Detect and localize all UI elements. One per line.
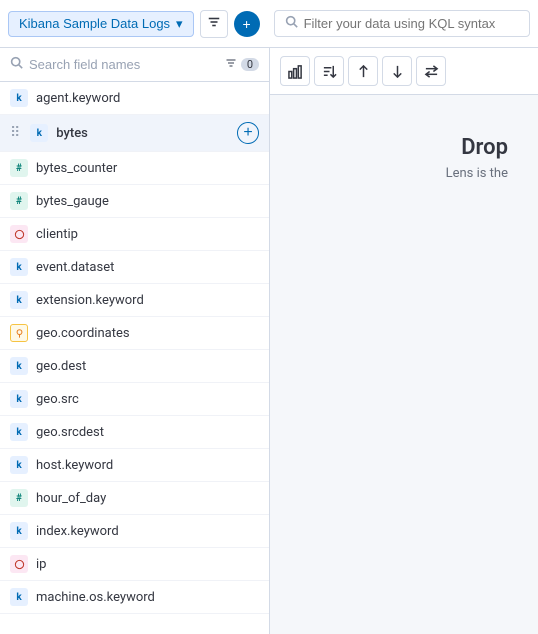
chevron-down-icon: ▾	[176, 16, 183, 32]
field-type-badge: k	[10, 456, 28, 474]
list-item[interactable]: clientip +	[0, 218, 269, 251]
drop-zone: Drop Lens is the	[270, 95, 538, 634]
field-type-badge: k	[10, 522, 28, 540]
swap-button[interactable]	[416, 56, 446, 86]
field-name: clientip	[36, 227, 259, 242]
filter-badge: 0	[225, 57, 259, 72]
field-type-badge: k	[30, 124, 48, 142]
field-name: ip	[36, 557, 259, 572]
list-item[interactable]: k extension.keyword +	[0, 284, 269, 317]
field-type-badge: k	[10, 291, 28, 309]
list-item[interactable]: k geo.srcdest +	[0, 416, 269, 449]
field-name: bytes	[56, 126, 229, 141]
left-panel: 0 k agent.keyword + ⠿ k bytes + # bytes_…	[0, 48, 270, 634]
viz-toolbar	[270, 48, 538, 95]
field-list: k agent.keyword + ⠿ k bytes + # bytes_co…	[0, 82, 269, 634]
data-source-label: Kibana Sample Data Logs	[19, 16, 170, 31]
sort-asc-button[interactable]	[348, 56, 378, 86]
field-type-badge: k	[10, 390, 28, 408]
field-name: hour_of_day	[36, 491, 259, 506]
search-icon	[285, 15, 298, 32]
field-name: bytes_counter	[36, 161, 259, 176]
drag-handle-icon: ⠿	[10, 125, 20, 141]
field-name: agent.keyword	[36, 91, 259, 106]
filter-icon	[225, 57, 237, 72]
list-item[interactable]: k geo.dest +	[0, 350, 269, 383]
list-item[interactable]: k agent.keyword +	[0, 82, 269, 115]
field-name: geo.src	[36, 392, 259, 407]
filter-icon	[207, 15, 221, 32]
search-input[interactable]	[29, 57, 219, 72]
list-item[interactable]: k host.keyword +	[0, 449, 269, 482]
list-item[interactable]: k index.keyword +	[0, 515, 269, 548]
main-layout: 0 k agent.keyword + ⠿ k bytes + # bytes_…	[0, 48, 538, 634]
drop-heading: Drop	[461, 135, 508, 160]
field-name: index.keyword	[36, 524, 259, 539]
sort-desc-button[interactable]	[382, 56, 412, 86]
field-type-badge: k	[10, 423, 28, 441]
list-item[interactable]: # bytes_counter +	[0, 152, 269, 185]
list-item[interactable]: # hour_of_day +	[0, 482, 269, 515]
filter-count: 0	[241, 58, 259, 71]
field-type-badge	[10, 324, 28, 342]
field-type-badge: k	[10, 588, 28, 606]
kql-input[interactable]	[304, 16, 519, 31]
top-bar: Kibana Sample Data Logs ▾ +	[0, 0, 538, 48]
field-name: event.dataset	[36, 260, 259, 275]
field-search-bar: 0	[0, 48, 269, 82]
data-source-button[interactable]: Kibana Sample Data Logs ▾	[8, 11, 194, 37]
field-type-badge	[10, 225, 28, 243]
field-type-badge: #	[10, 192, 28, 210]
field-type-badge: #	[10, 159, 28, 177]
field-type-badge	[10, 555, 28, 573]
kql-filter-bar	[274, 10, 530, 37]
right-panel: Drop Lens is the	[270, 48, 538, 634]
field-name: geo.coordinates	[36, 326, 259, 341]
drop-subtext: Lens is the	[446, 166, 508, 181]
field-name: bytes_gauge	[36, 194, 259, 209]
search-icon	[10, 56, 23, 73]
chart-type-button[interactable]	[280, 56, 310, 86]
list-item[interactable]: k machine.os.keyword +	[0, 581, 269, 614]
field-type-badge: k	[10, 89, 28, 107]
field-type-badge: k	[10, 357, 28, 375]
list-item[interactable]: # bytes_gauge +	[0, 185, 269, 218]
list-item[interactable]: k event.dataset +	[0, 251, 269, 284]
field-type-badge: #	[10, 489, 28, 507]
field-name: extension.keyword	[36, 293, 259, 308]
field-name: machine.os.keyword	[36, 590, 259, 605]
field-name: geo.srcdest	[36, 425, 259, 440]
list-item[interactable]: geo.coordinates +	[0, 317, 269, 350]
field-name: host.keyword	[36, 458, 259, 473]
sort-button[interactable]	[314, 56, 344, 86]
field-name: geo.dest	[36, 359, 259, 374]
list-item[interactable]: ⠿ k bytes +	[0, 115, 269, 152]
list-item[interactable]: ip +	[0, 548, 269, 581]
filter-button[interactable]	[200, 10, 228, 38]
field-type-badge: k	[10, 258, 28, 276]
add-button[interactable]: +	[234, 11, 260, 37]
list-item[interactable]: k geo.src +	[0, 383, 269, 416]
add-field-button[interactable]: +	[237, 122, 259, 144]
plus-icon: +	[242, 16, 250, 32]
